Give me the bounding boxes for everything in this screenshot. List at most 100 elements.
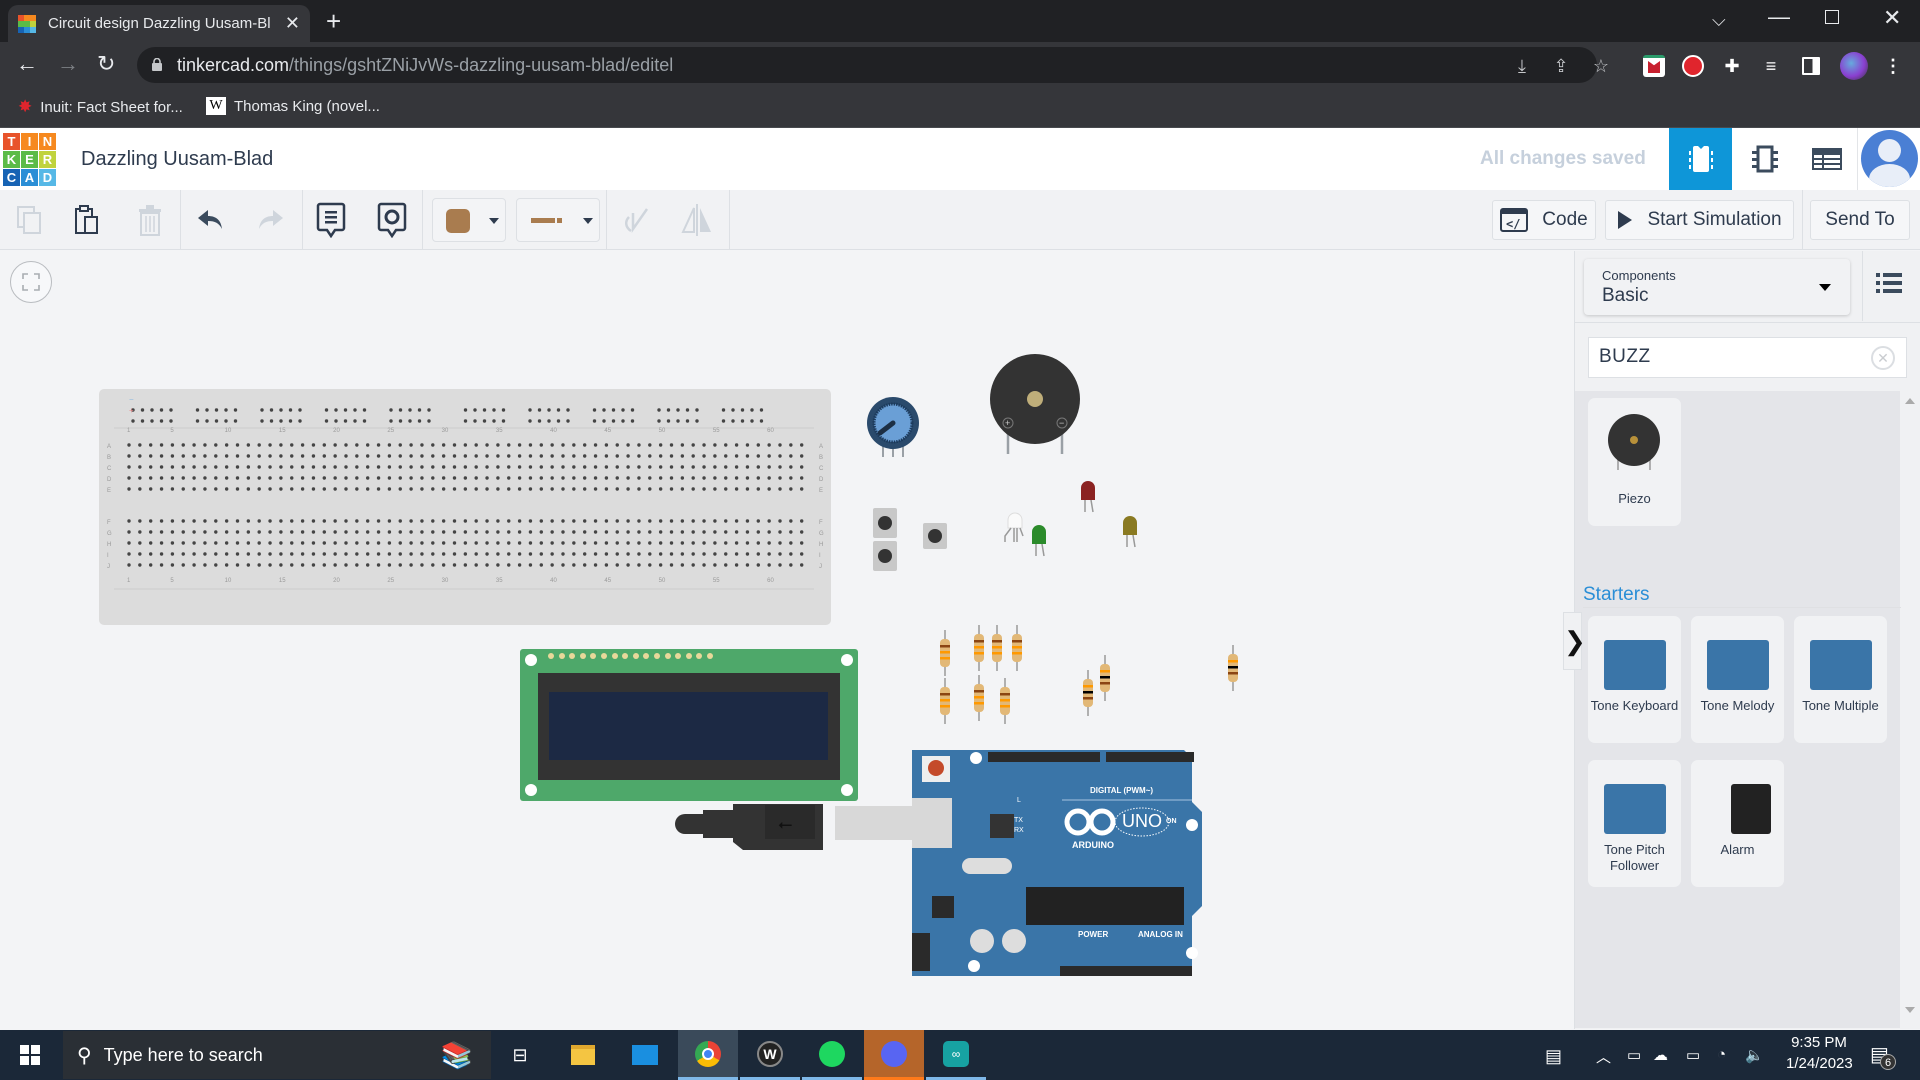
breadboard-hole[interactable] [409,530,413,534]
breadboard-hole[interactable] [300,563,305,567]
mail-button[interactable] [615,1030,675,1080]
clock[interactable]: 9:35 PM 1/24/2023 [1786,1034,1853,1072]
breadboard-hole[interactable] [550,519,554,523]
breadboard-hole[interactable] [507,563,511,567]
breadboard-hole[interactable] [756,454,760,458]
breadboard-hole[interactable] [517,530,522,534]
breadboard-hole[interactable] [290,465,294,469]
breadboard-hole[interactable] [648,487,652,491]
breadboard-hole[interactable] [680,476,685,480]
breadboard-hole[interactable] [669,541,674,545]
breadboard-hole[interactable] [680,530,685,534]
news-widget-icon[interactable]: ▤ [1545,1046,1562,1067]
breadboard-hole[interactable] [485,519,489,523]
resistor[interactable] [972,675,986,721]
breadboard-hole[interactable] [713,541,717,545]
breadboard-hole[interactable] [626,552,630,556]
breadboard-hole[interactable] [387,530,392,534]
rail-hole[interactable] [759,408,764,412]
breadboard-hole[interactable] [322,476,326,480]
breadboard-hole[interactable] [268,530,272,534]
breadboard-hole[interactable] [528,563,533,567]
breadboard-hole[interactable] [159,487,164,491]
breadboard-hole[interactable] [756,519,760,523]
show-hidden-icons-chevron[interactable]: ︿ [1596,1046,1611,1067]
breadboard-hole[interactable] [528,487,533,491]
breadboard-hole[interactable] [615,563,619,567]
rail-hole[interactable] [214,419,219,423]
breadboard-hole[interactable] [561,443,565,447]
breadboard-hole[interactable] [561,541,565,545]
breadboard-hole[interactable] [387,476,392,480]
breadboard-hole[interactable] [713,454,717,458]
breadboard-hole[interactable] [680,487,685,491]
resistor[interactable] [972,625,986,671]
breadboard-hole[interactable] [431,454,435,458]
camera-icon[interactable]: ▭ [1627,1046,1641,1064]
rail-hole[interactable] [611,419,616,423]
breadboard-hole[interactable] [648,541,652,545]
breadboard-hole[interactable] [756,443,760,447]
breadboard-hole[interactable] [300,443,305,447]
breadboard-hole[interactable] [583,465,587,469]
breadboard-hole[interactable] [615,552,619,556]
rail-hole[interactable] [750,419,754,423]
breadboard-hole[interactable] [604,563,609,567]
breadboard-hole[interactable] [290,563,294,567]
lcd-16x2[interactable] [520,649,858,801]
breadboard-hole[interactable] [333,454,337,458]
lcd-pin[interactable] [548,653,554,659]
breadboard-hole[interactable] [420,487,424,491]
breadboard-hole[interactable] [658,519,663,523]
breadboard-hole[interactable] [268,563,272,567]
breadboard-hole[interactable] [789,519,793,523]
breadboard-hole[interactable] [615,476,619,480]
breadboard-hole[interactable] [376,563,381,567]
rail-hole[interactable] [602,408,606,412]
breadboard-hole[interactable] [691,563,695,567]
rail-hole[interactable] [501,419,506,423]
breadboard-hole[interactable] [224,552,229,556]
breadboard-hole[interactable] [311,476,316,480]
breadboard-hole[interactable] [669,487,674,491]
rail-hole[interactable] [298,408,302,412]
breadboard-hole[interactable] [778,519,782,523]
breadboard-hole[interactable] [615,454,619,458]
redo-button[interactable] [250,200,290,240]
breadboard-hole[interactable] [496,530,500,534]
breadboard-hole[interactable] [376,487,381,491]
breadboard-hole[interactable] [507,541,511,545]
breadboard-hole[interactable] [409,443,413,447]
breadboard-hole[interactable] [528,443,533,447]
share-icon[interactable]: ⇪ [1551,56,1571,76]
breadboard-hole[interactable] [192,476,196,480]
breadboard-hole[interactable] [800,530,804,534]
breadboard-hole[interactable] [290,552,294,556]
resistor[interactable] [990,625,1004,671]
side-panel-icon[interactable] [1802,57,1820,75]
breadboard-hole[interactable] [583,552,587,556]
breadboard-hole[interactable] [257,454,261,458]
breadboard-hole[interactable] [648,552,652,556]
breadboard-hole[interactable] [658,443,663,447]
breadboard-hole[interactable] [441,519,446,523]
component-card-piezo[interactable]: Piezo [1588,398,1681,526]
breadboard-hole[interactable] [431,530,435,534]
breadboard-hole[interactable] [224,476,229,480]
breadboard-hole[interactable] [789,465,793,469]
breadboard-hole[interactable] [550,465,554,469]
breadboard-hole[interactable] [366,465,370,469]
breadboard-hole[interactable] [181,530,185,534]
breadboard-hole[interactable] [127,443,131,447]
breadboard-hole[interactable] [290,530,294,534]
breadboard-hole[interactable] [322,530,326,534]
breadboard-hole[interactable] [279,443,283,447]
breadboard-hole[interactable] [181,552,185,556]
breadboard-hole[interactable] [192,563,196,567]
breadboard-hole[interactable] [691,541,695,545]
breadboard-hole[interactable] [778,541,782,545]
breadboard-hole[interactable] [290,443,294,447]
rail-hole[interactable] [150,419,154,423]
wire-type-dropdown[interactable] [516,198,600,242]
breadboard-hole[interactable] [138,487,142,491]
